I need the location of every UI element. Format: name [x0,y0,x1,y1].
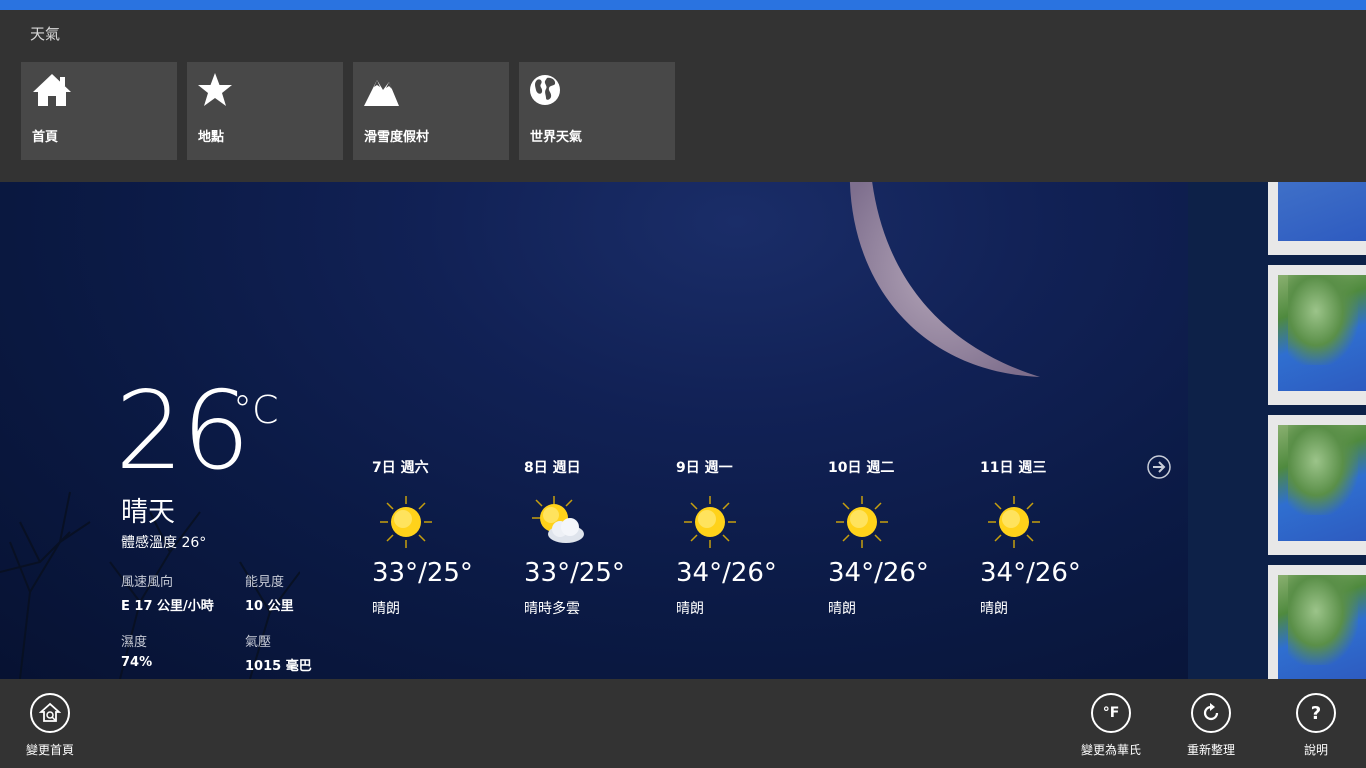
pressure-value: 1015 毫巴 [245,659,312,674]
change-home-label: 變更首頁 [25,743,74,757]
pressure-label: 氣壓 [245,635,272,650]
wind-value: E 17 公里/小時 [121,599,214,614]
forecast-date: 8日 週日 [524,460,581,476]
forecast-day[interactable]: 9日 週一 34°/26° 晴朗 [676,454,816,617]
map-thumbnail[interactable] [1268,565,1366,679]
help-label: 說明 [1303,743,1328,757]
feels-like: 體感溫度 26° [121,535,207,551]
forecast-condition: 晴朗 [676,601,704,617]
top-accent-strip [0,0,1366,10]
humidity-label: 濕度 [121,635,148,650]
temperature-unit: °C [233,388,279,432]
navigation-bar: 天氣 首頁 地點 滑雪度假村 世界天氣 [0,10,1366,182]
forecast-temps: 34°/26° [676,558,777,588]
forecast-date: 11日 週三 [980,460,1047,476]
sun-icon [988,496,1040,548]
forecast-temps: 34°/26° [980,558,1081,588]
map-landmass [1288,425,1358,515]
forecast-temps: 33°/25° [524,558,625,588]
forecast-condition: 晴朗 [980,601,1008,617]
refresh-button[interactable]: 重新整理 [1166,693,1256,763]
globe-icon [530,75,560,105]
home-icon [33,74,71,106]
forecast-condition: 晴朗 [828,601,856,617]
nav-tile-world-weather[interactable]: 世界天氣 [519,62,675,160]
forecast-condition: 晴朗 [372,601,400,617]
forecast-day[interactable]: 11日 週三 34°/26° 晴朗 [980,454,1120,617]
nav-tile-label: 地點 [198,130,225,145]
map-landmass [1288,275,1358,365]
map-thumbnail[interactable] [1268,182,1366,255]
nav-tile-ski-resorts[interactable]: 滑雪度假村 [353,62,509,160]
mountain-icon [364,80,399,106]
forecast-temps: 33°/25° [372,558,473,588]
forecast-day[interactable]: 8日 週日 33°/25° 晴時多雲 [524,454,664,617]
help-button[interactable]: ? 說明 [1271,693,1361,763]
nav-tile-label: 世界天氣 [530,130,583,145]
weather-panorama: 26 °C 晴天 體感溫度 26° 風速風向 E 17 公里/小時 能見度 10… [0,182,1188,679]
app-bar: 變更首頁 °F 變更為華氏 重新整理 ? 說明 [0,679,1366,768]
next-forecast-arrow-icon[interactable] [1147,455,1171,479]
fahrenheit-icon: °F [1091,693,1131,733]
map-landmass [1288,575,1358,665]
nav-tile-places[interactable]: 地點 [187,62,343,160]
refresh-label: 重新整理 [1186,743,1235,757]
humidity-value: 74% [121,655,153,670]
change-home-icon [30,693,70,733]
change-home-button[interactable]: 變更首頁 [5,693,95,763]
nav-tile-label: 首頁 [32,130,59,145]
sun-icon [684,496,736,548]
map-thumbnail[interactable] [1268,265,1366,405]
wind-label: 風速風向 [121,575,174,590]
moon-crescent-image [849,182,1040,377]
forecast-date: 9日 週一 [676,460,733,476]
current-condition: 晴天 [121,497,175,528]
partly-cloudy-icon [532,496,584,543]
forecast-date: 10日 週二 [828,460,895,476]
star-icon [198,73,232,106]
forecast-day[interactable]: 7日 週六 33°/25° 晴朗 [372,454,512,617]
refresh-icon [1191,693,1231,733]
nav-tile-home[interactable]: 首頁 [21,62,177,160]
sun-icon [836,496,888,548]
fahrenheit-label: 變更為華氏 [1080,743,1141,757]
map-thumbnail[interactable] [1268,415,1366,555]
visibility-label: 能見度 [245,575,285,590]
current-temperature: 26 [115,369,250,494]
help-icon: ? [1296,693,1336,733]
nav-tile-label: 滑雪度假村 [364,130,430,145]
app-title: 天氣 [30,25,61,43]
forecast-temps: 34°/26° [828,558,929,588]
sun-icon [380,496,432,548]
forecast-condition: 晴時多雲 [524,601,580,617]
forecast-date: 7日 週六 [372,460,429,476]
visibility-value: 10 公里 [245,599,294,614]
fahrenheit-button[interactable]: °F 變更為華氏 [1066,693,1156,763]
map-image [1278,182,1366,241]
forecast-day[interactable]: 10日 週二 34°/26° 晴朗 [828,454,968,617]
